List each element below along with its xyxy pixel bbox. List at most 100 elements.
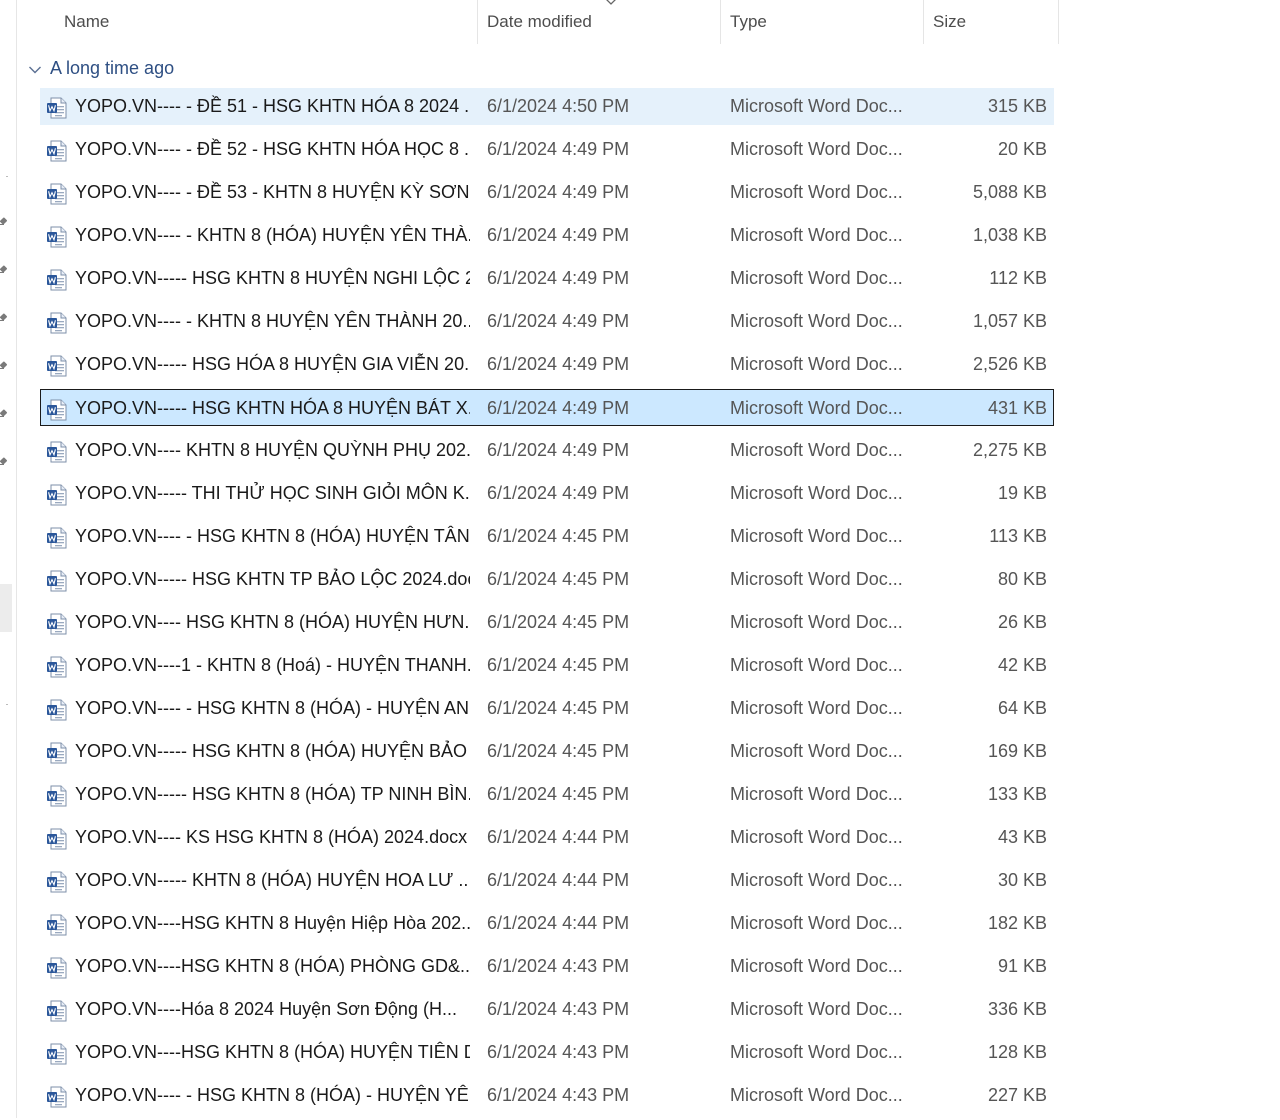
file-date-modified: 6/1/2024 4:49 PM (487, 311, 630, 331)
file-icon-cell (46, 561, 70, 598)
word-document-icon (46, 568, 68, 592)
word-document-icon (46, 1084, 68, 1108)
file-type: Microsoft Word Doc... (730, 398, 903, 418)
file-row[interactable]: YOPO.VN---- HSG KHTN 8 (HÓA) HUYỆN HƯN..… (40, 604, 1054, 641)
file-row[interactable]: YOPO.VN---- - ĐỀ 51 - HSG KHTN HÓA 8 202… (40, 88, 1054, 125)
file-icon-cell (46, 1077, 70, 1114)
file-row[interactable]: YOPO.VN---- - HSG KHTN 8 (HÓA) - HUYỆN Y… (40, 1077, 1054, 1114)
file-size: 336 KB (987, 999, 1047, 1019)
file-date-modified: 6/1/2024 4:45 PM (487, 526, 630, 546)
column-header-date-label: Date modified (487, 12, 592, 31)
file-icon-cell (46, 260, 70, 297)
file-name: YOPO.VN---- HSG KHTN 8 (HÓA) HUYỆN HƯN..… (75, 612, 470, 632)
file-name: YOPO.VN----- HSG KHTN 8 HUYỆN NGHI LỘC 2… (75, 268, 470, 288)
file-size: 80 KB (997, 569, 1047, 589)
pin-icon[interactable] (0, 362, 8, 372)
file-row[interactable]: YOPO.VN----- HSG KHTN 8 (HÓA) HUYỆN BẢO … (40, 733, 1054, 770)
word-document-icon (46, 1041, 68, 1065)
word-document-icon (46, 826, 68, 850)
file-type: Microsoft Word Doc... (730, 139, 903, 159)
file-row[interactable]: YOPO.VN----HSG KHTN 8 Huyện Hiệp Hòa 202… (40, 905, 1054, 942)
file-row[interactable]: YOPO.VN---- KHTN 8 HUYỆN QUỲNH PHỤ 202..… (40, 432, 1054, 469)
file-row[interactable]: YOPO.VN---- KS HSG KHTN 8 (HÓA) 2024.doc… (40, 819, 1054, 856)
file-name: YOPO.VN---- KS HSG KHTN 8 (HÓA) 2024.doc… (75, 827, 468, 847)
file-row[interactable]: YOPO.VN----- KHTN 8 (HÓA) HUYỆN HOA LƯ .… (40, 862, 1054, 899)
file-icon-cell (46, 819, 70, 856)
file-row[interactable]: YOPO.VN----1 - KHTN 8 (Hoá) - HUYỆN THAN… (40, 647, 1054, 684)
file-row[interactable]: YOPO.VN----HSG KHTN 8 (HÓA) HUYỆN TIÊN D… (40, 1034, 1054, 1071)
file-size: 19 KB (997, 483, 1047, 503)
file-name: YOPO.VN---- - ĐỀ 53 - KHTN 8 HUYỆN KỲ SƠ… (75, 182, 470, 202)
file-type: Microsoft Word Doc... (730, 225, 903, 245)
nav-divider (6, 176, 8, 177)
file-size: 5,088 KB (972, 182, 1047, 202)
word-document-icon (46, 740, 68, 764)
file-icon-cell (46, 131, 70, 168)
word-document-icon (46, 310, 68, 334)
pin-icon[interactable] (0, 314, 8, 324)
file-name: YOPO.VN----- HSG KHTN TP BẢO LỘC 2024.do… (75, 569, 470, 589)
file-size: 169 KB (987, 741, 1047, 761)
file-row[interactable]: YOPO.VN---- - ĐỀ 53 - KHTN 8 HUYỆN KỲ SƠ… (40, 174, 1054, 211)
file-row[interactable]: YOPO.VN----- THI THỬ HỌC SINH GIỎI MÔN K… (40, 475, 1054, 512)
file-date-modified: 6/1/2024 4:50 PM (487, 96, 630, 116)
column-header-size-label: Size (933, 12, 967, 31)
file-type: Microsoft Word Doc... (730, 182, 903, 202)
file-row[interactable]: YOPO.VN---- - ĐỀ 52 - HSG KHTN HÓA HỌC 8… (40, 131, 1054, 168)
file-name: YOPO.VN---- - HSG KHTN 8 (HÓA) - HUYỆN A… (75, 698, 470, 718)
word-document-icon (46, 654, 68, 678)
word-document-icon (46, 697, 68, 721)
pin-icon[interactable] (0, 218, 8, 228)
file-date-modified: 6/1/2024 4:43 PM (487, 1085, 630, 1105)
file-date-modified: 6/1/2024 4:45 PM (487, 784, 630, 804)
file-icon-cell (46, 690, 70, 727)
word-document-icon (46, 439, 68, 463)
column-header-size[interactable]: Size (924, 0, 1059, 44)
pin-icon[interactable] (0, 458, 8, 468)
file-row[interactable]: YOPO.VN---- - HSG KHTN 8 (HÓA) HUYỆN TÂN… (40, 518, 1054, 555)
file-name: YOPO.VN----HSG KHTN 8 (HÓA) PHÒNG GD&... (75, 956, 470, 976)
file-row[interactable]: YOPO.VN----- HSG KHTN TP BẢO LỘC 2024.do… (40, 561, 1054, 598)
file-type: Microsoft Word Doc... (730, 741, 903, 761)
file-type: Microsoft Word Doc... (730, 268, 903, 288)
file-date-modified: 6/1/2024 4:43 PM (487, 956, 630, 976)
nav-divider (6, 704, 8, 705)
pin-icon[interactable] (0, 410, 8, 420)
file-size: 2,526 KB (972, 354, 1047, 374)
file-row[interactable]: YOPO.VN---- - HSG KHTN 8 (HÓA) - HUYỆN A… (40, 690, 1054, 727)
column-header-type[interactable]: Type (721, 0, 924, 44)
word-document-icon (46, 611, 68, 635)
file-type: Microsoft Word Doc... (730, 655, 903, 675)
file-type: Microsoft Word Doc... (730, 526, 903, 546)
file-name: YOPO.VN----- HSG HÓA 8 HUYỆN GIA VIỄN 20… (75, 354, 470, 374)
file-icon-cell (46, 647, 70, 684)
file-row[interactable]: YOPO.VN----- HSG KHTN HÓA 8 HUYỆN BÁT X.… (40, 389, 1054, 426)
file-icon-cell (46, 174, 70, 211)
word-document-icon (46, 224, 68, 248)
chevron-down-icon[interactable] (28, 55, 42, 83)
file-name: YOPO.VN----1 - KHTN 8 (Hoá) - HUYỆN THAN… (75, 655, 470, 675)
file-row[interactable]: YOPO.VN----- HSG KHTN 8 (HÓA) TP NINH BÌ… (40, 776, 1054, 813)
file-row[interactable]: YOPO.VN---- - KHTN 8 (HÓA) HUYỆN YÊN THÀ… (40, 217, 1054, 254)
file-size: 113 KB (989, 526, 1047, 546)
file-icon-cell (46, 948, 70, 985)
column-header-date-modified[interactable]: Date modified (478, 0, 721, 44)
pin-icon[interactable] (0, 266, 8, 276)
file-size: 182 KB (987, 913, 1047, 933)
file-row[interactable]: YOPO.VN----- HSG HÓA 8 HUYỆN GIA VIỄN 20… (40, 346, 1054, 383)
file-row[interactable]: YOPO.VN----Hóa 8 2024 Huyện Sơn Động (H.… (40, 991, 1054, 1028)
word-document-icon (46, 353, 68, 377)
file-row[interactable]: YOPO.VN----HSG KHTN 8 (HÓA) PHÒNG GD&...… (40, 948, 1054, 985)
file-size: 43 KB (997, 827, 1047, 847)
file-name: YOPO.VN----Hóa 8 2024 Huyện Sơn Động (H.… (75, 999, 457, 1019)
file-icon-cell (46, 733, 70, 770)
file-row[interactable]: YOPO.VN----- HSG KHTN 8 HUYỆN NGHI LỘC 2… (40, 260, 1054, 297)
navigation-pane-edge (0, 0, 17, 1118)
file-row[interactable]: YOPO.VN---- - KHTN 8 HUYỆN YÊN THÀNH 20.… (40, 303, 1054, 340)
file-size: 227 KB (987, 1085, 1047, 1105)
file-date-modified: 6/1/2024 4:49 PM (487, 268, 630, 288)
column-header-name[interactable]: Name (55, 0, 478, 44)
nav-scrollbar-thumb[interactable] (0, 584, 12, 632)
word-document-icon (46, 525, 68, 549)
group-header[interactable]: A long time ago (28, 54, 174, 82)
